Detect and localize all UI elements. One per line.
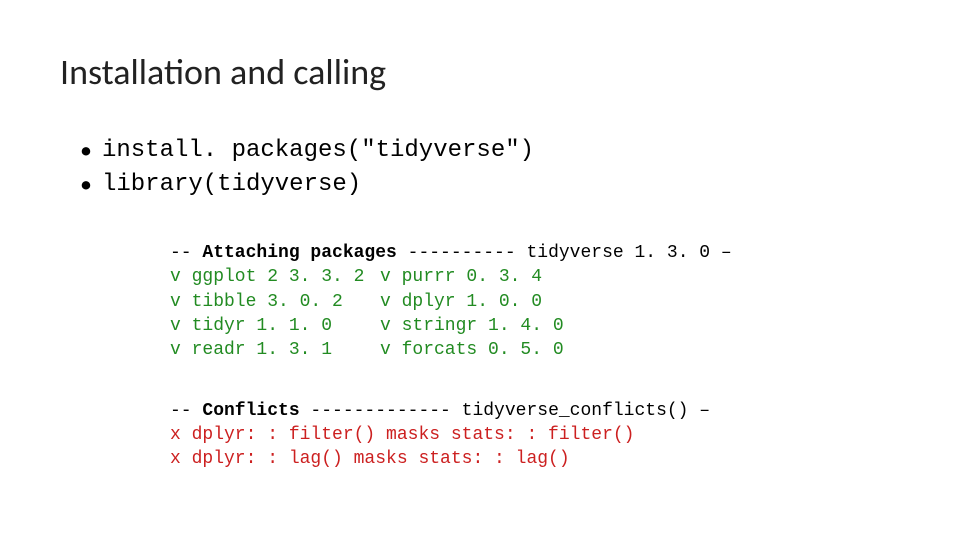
conflicts-header-line: -- Conflicts ------------- tidyverse_con… [170, 399, 900, 423]
attach-header: Attaching packages [202, 243, 396, 263]
attach-header-line: -- Attaching packages ---------- tidyver… [170, 241, 900, 265]
attach-row-3: v tidyr 1. 1. 0v stringr 1. 4. 0 [170, 314, 900, 338]
bullet-library: • library(tidyverse) [80, 168, 900, 202]
attach-dashes: -- [170, 243, 202, 263]
pkg-readr: v readr 1. 3. 1 [170, 338, 380, 362]
bullet-library-text: library(tidyverse) [102, 168, 361, 202]
bullet-install-text: install. packages("tidyverse") [102, 134, 534, 168]
pkg-forcats: v forcats 0. 5. 0 [380, 338, 564, 362]
pkg-tidyr: v tidyr 1. 1. 0 [170, 314, 380, 338]
bullet-install: • install. packages("tidyverse") [80, 134, 900, 168]
conflicts-header-rest: ------------- tidyverse_conflicts() – [300, 401, 710, 421]
conflict-filter: x dplyr: : filter() masks stats: : filte… [170, 423, 900, 447]
pkg-dplyr: v dplyr 1. 0. 0 [380, 290, 542, 314]
conflicts-dashes: -- [170, 401, 202, 421]
attach-row-4: v readr 1. 3. 1v forcats 0. 5. 0 [170, 338, 900, 362]
pkg-purrr: v purrr 0. 3. 4 [380, 265, 542, 289]
attach-row-2: v tibble 3. 0. 2v dplyr 1. 0. 0 [170, 290, 900, 314]
conflict-lag: x dplyr: : lag() masks stats: : lag() [170, 447, 900, 471]
bullet-list: • install. packages("tidyverse") • libra… [80, 134, 900, 201]
attach-header-rest: ---------- tidyverse 1. 3. 0 – [397, 243, 732, 263]
conflicts-header: Conflicts [202, 401, 299, 421]
page-title: Installation and calling [60, 50, 900, 94]
bullet-dot-icon: • [80, 134, 92, 168]
attach-row-1: v ggplot 2 3. 3. 2v purrr 0. 3. 4 [170, 265, 900, 289]
pkg-stringr: v stringr 1. 4. 0 [380, 314, 564, 338]
bullet-dot-icon: • [80, 168, 92, 202]
console-output: -- Attaching packages ---------- tidyver… [170, 241, 900, 471]
pkg-ggplot2: v ggplot 2 3. 3. 2 [170, 265, 380, 289]
pkg-tibble: v tibble 3. 0. 2 [170, 290, 380, 314]
